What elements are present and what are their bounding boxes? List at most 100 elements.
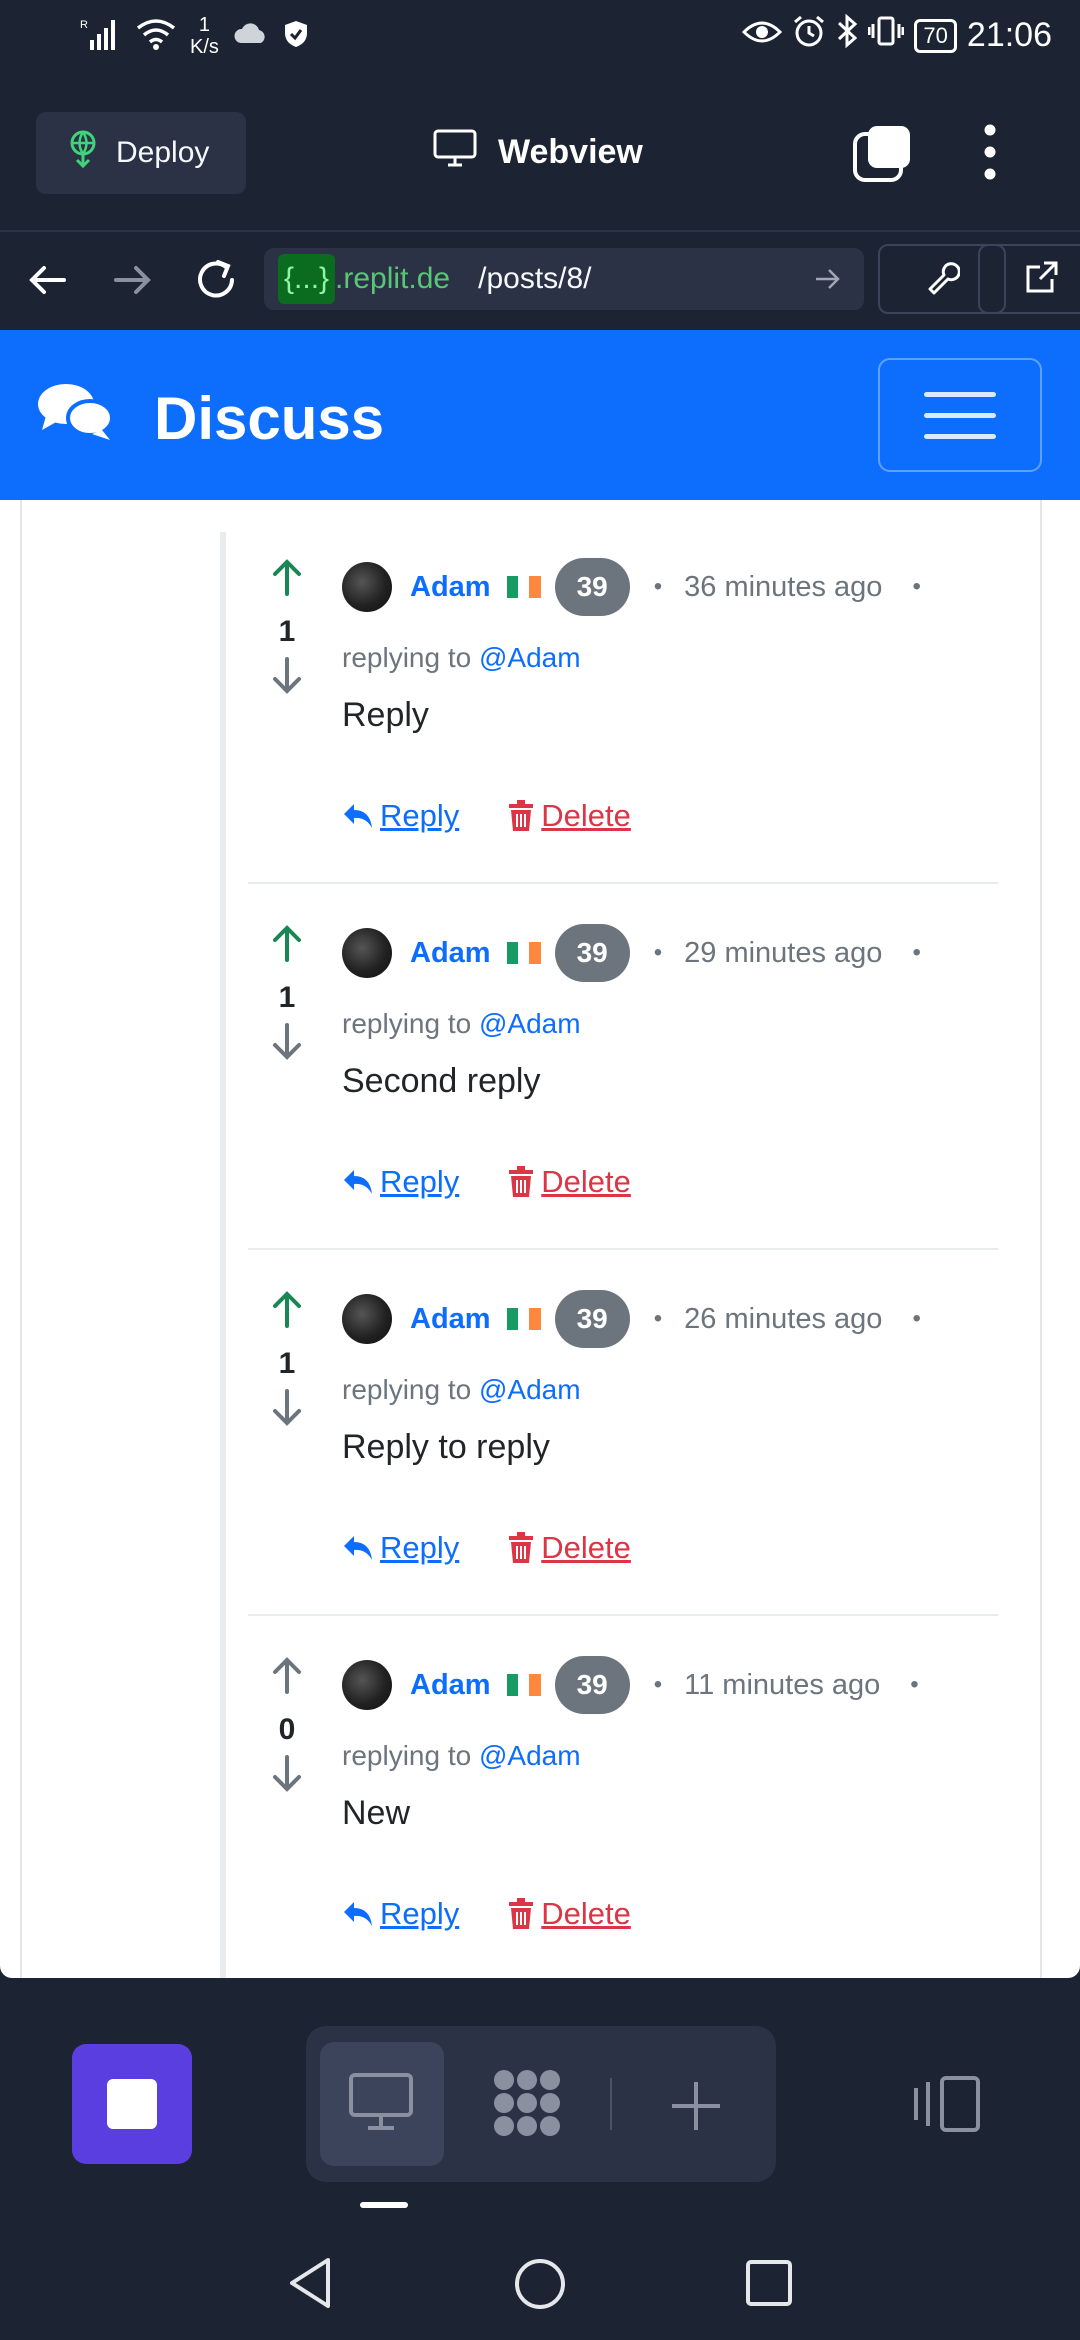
go-arrow-icon[interactable] — [812, 264, 842, 302]
replying-to-line: replying to @Adam — [342, 642, 581, 673]
url-field[interactable]: {...} .replit.de /posts/8/ — [264, 248, 864, 310]
downvote-arrow-icon[interactable] — [266, 1755, 308, 1798]
comment-time: 26 minutes ago — [684, 1302, 883, 1335]
signal-icon: R — [78, 16, 122, 57]
stop-icon — [107, 2079, 157, 2129]
trash-icon — [509, 1898, 534, 1929]
reply-link[interactable]: Reply — [342, 798, 459, 834]
open-external-button[interactable] — [978, 244, 1080, 314]
delete-link[interactable]: Delete — [507, 1896, 631, 1932]
ireland-flag-icon — [506, 576, 541, 598]
wifi-icon — [136, 18, 176, 55]
tabs-icon[interactable] — [852, 124, 912, 182]
panels-icon[interactable] — [912, 2074, 984, 2139]
home-indicator — [360, 2202, 408, 2208]
delete-link[interactable]: Delete — [507, 1164, 631, 1200]
reply-link[interactable]: Reply — [342, 1530, 459, 1566]
trash-icon — [509, 800, 534, 831]
add-icon[interactable] — [668, 2078, 724, 2139]
comment-item: 1 Adam 39 • 36 minutes ago • replying to… — [248, 518, 998, 884]
reply-icon — [344, 804, 372, 828]
back-icon[interactable] — [24, 256, 72, 304]
reply-link[interactable]: Reply — [342, 1896, 459, 1932]
author-link[interactable]: Adam — [410, 571, 491, 604]
recents-nav-icon[interactable] — [744, 2258, 794, 2313]
trash-icon — [509, 1166, 534, 1197]
home-nav-icon[interactable] — [512, 2256, 568, 2317]
webview-tab-title: Webview — [432, 128, 643, 177]
avatar — [342, 1294, 392, 1344]
author-link[interactable]: Adam — [410, 1303, 491, 1336]
status-bar: R 1 K/s 70 21:06 — [0, 0, 1080, 78]
reload-icon[interactable] — [192, 256, 240, 304]
comment-item: 1 Adam 39 • 29 minutes ago • replying to… — [248, 884, 998, 1250]
comment-actions: Reply Delete — [342, 798, 631, 834]
upvote-arrow-icon[interactable] — [266, 1656, 308, 1699]
comment-time: 36 minutes ago — [684, 570, 883, 603]
mention-link[interactable]: @Adam — [479, 1740, 581, 1771]
delete-link[interactable]: Delete — [507, 798, 631, 834]
separator-dot: • — [653, 939, 663, 966]
vibrate-icon — [867, 15, 905, 56]
deploy-button[interactable]: Deploy — [36, 112, 246, 194]
vote-count: 1 — [278, 615, 296, 648]
deploy-icon — [66, 130, 100, 176]
forward-icon[interactable] — [108, 256, 156, 304]
cloud-icon — [233, 22, 269, 50]
vote-widget: 1 — [266, 924, 308, 1066]
reply-icon — [344, 1536, 372, 1560]
mention-link[interactable]: @Adam — [479, 1374, 581, 1405]
comment-time: 11 minutes ago — [684, 1668, 881, 1701]
downvote-arrow-icon[interactable] — [266, 1389, 308, 1432]
page-content: 1 Adam 39 • 36 minutes ago • replying to… — [0, 500, 1080, 1978]
reply-icon — [344, 1902, 372, 1926]
mention-link[interactable]: @Adam — [479, 642, 581, 673]
upvote-arrow-icon[interactable] — [266, 1290, 308, 1333]
replying-to-line: replying to @Adam — [342, 1008, 581, 1039]
wrench-icon — [924, 259, 961, 300]
downvote-arrow-icon[interactable] — [266, 657, 308, 700]
separator-dot: • — [912, 573, 921, 600]
avatar — [342, 562, 392, 612]
chat-bubbles-icon — [36, 378, 116, 458]
hamburger-icon-line — [924, 412, 996, 418]
separator-dot: • — [653, 1305, 663, 1332]
external-link-icon — [1024, 259, 1060, 300]
mention-link[interactable]: @Adam — [479, 1008, 581, 1039]
navbar-toggler-button[interactable] — [878, 358, 1042, 472]
brand-name: Discuss — [154, 384, 385, 452]
author-link[interactable]: Adam — [410, 1669, 491, 1702]
separator-dot: • — [910, 1671, 919, 1698]
upvote-arrow-icon[interactable] — [266, 558, 308, 601]
reply-link[interactable]: Reply — [342, 1164, 459, 1200]
vote-widget: 1 — [266, 1290, 308, 1432]
stop-button[interactable] — [72, 2044, 192, 2164]
site-brand[interactable]: Discuss — [36, 378, 384, 458]
avatar — [342, 928, 392, 978]
monitor-icon[interactable] — [348, 2072, 414, 2137]
vote-count: 1 — [278, 1347, 296, 1380]
net-speed: 1 K/s — [190, 14, 219, 58]
comment-body: Reply to reply — [342, 1428, 550, 1466]
vote-count: 0 — [278, 1713, 296, 1746]
separator-dot: • — [653, 1671, 663, 1698]
svg-text:R: R — [80, 19, 88, 31]
bluetooth-icon — [836, 13, 858, 57]
author-link[interactable]: Adam — [410, 937, 491, 970]
url-domain: .replit.de — [335, 262, 451, 295]
reputation-badge: 39 — [554, 1656, 630, 1714]
trash-icon — [509, 1532, 534, 1563]
delete-link[interactable]: Delete — [507, 1530, 631, 1566]
divider — [610, 2078, 612, 2130]
comment-actions: Reply Delete — [342, 1896, 631, 1932]
more-vertical-icon[interactable] — [980, 120, 1000, 184]
comment-body: Second reply — [342, 1062, 541, 1100]
comment-body: New — [342, 1794, 411, 1832]
downvote-arrow-icon[interactable] — [266, 1023, 308, 1066]
alarm-icon — [792, 14, 826, 57]
upvote-arrow-icon[interactable] — [266, 924, 308, 967]
back-nav-icon[interactable] — [286, 2256, 334, 2315]
ireland-flag-icon — [506, 1308, 541, 1330]
reply-icon — [344, 1170, 372, 1194]
apps-grid-icon[interactable] — [490, 2066, 564, 2145]
